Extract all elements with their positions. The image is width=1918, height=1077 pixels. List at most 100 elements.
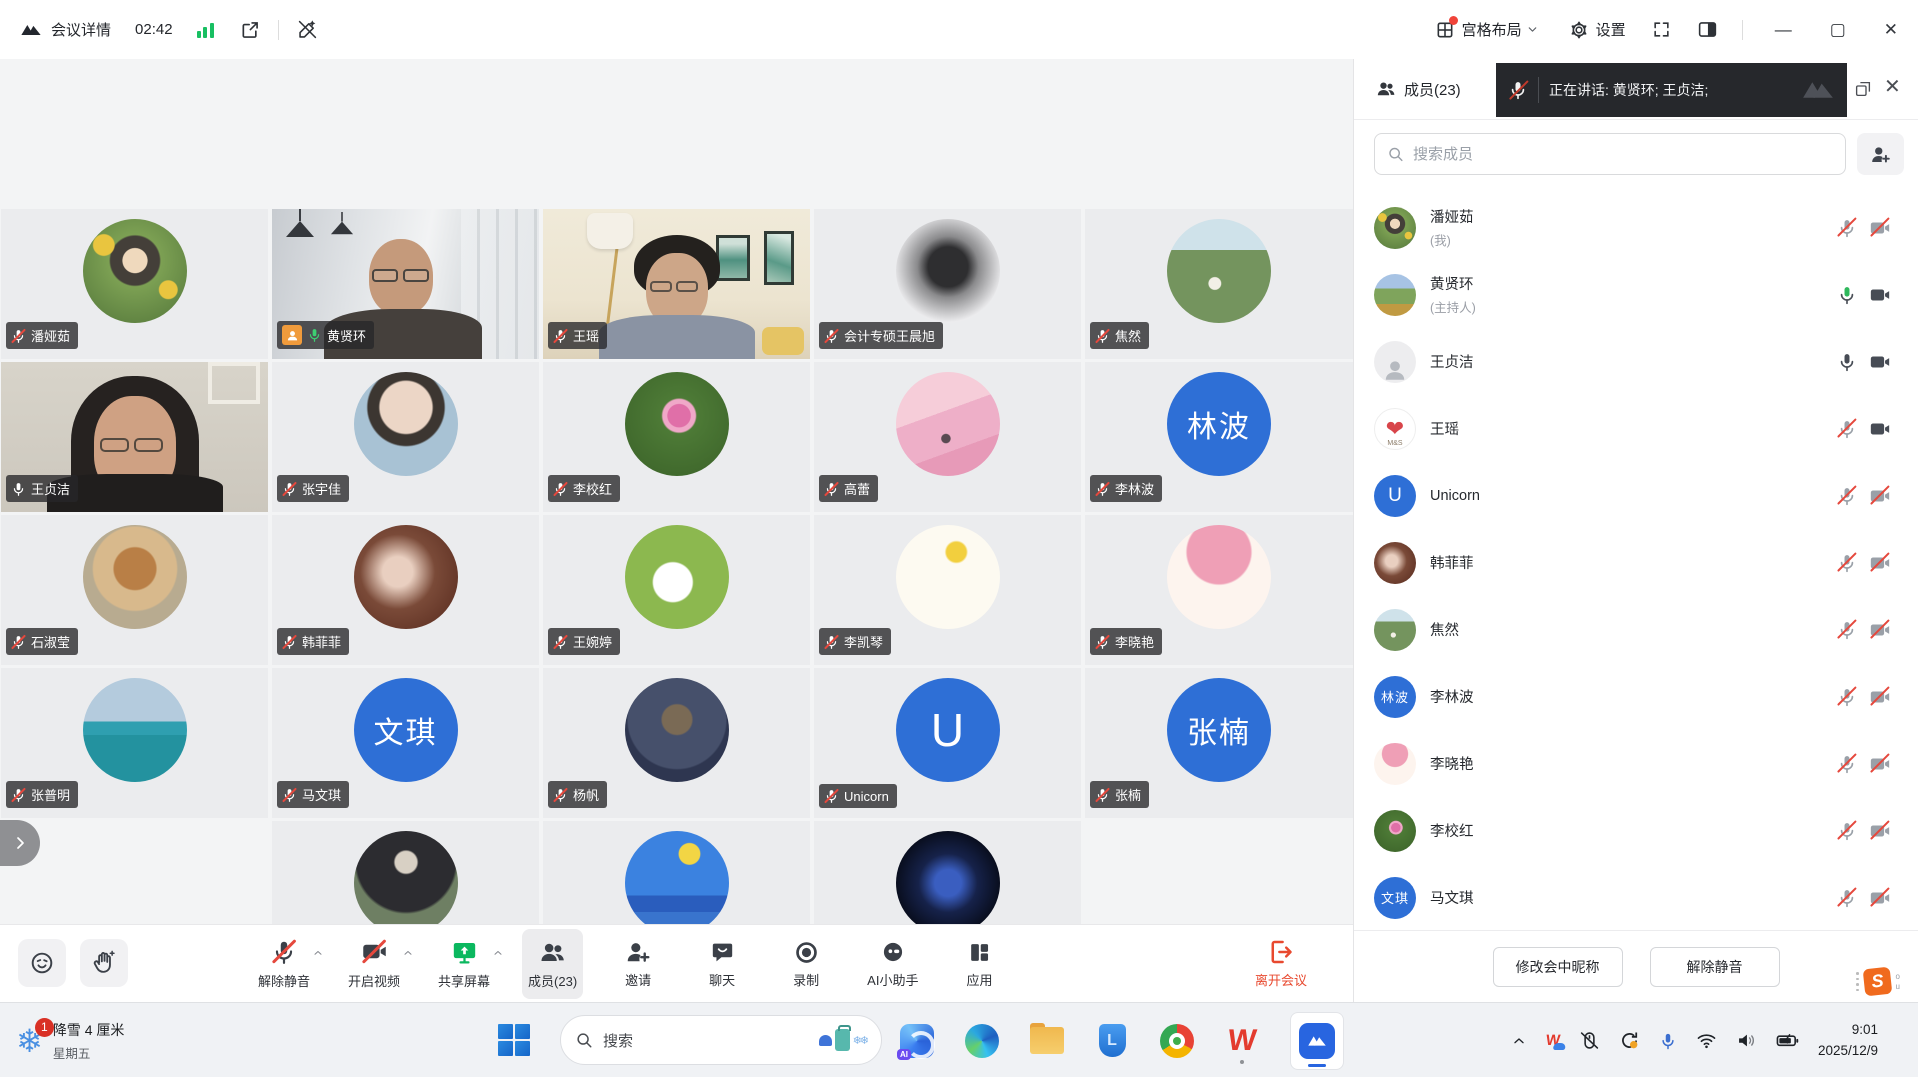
leave-meeting-button[interactable]: 离开会议 xyxy=(1255,925,1307,1003)
member-mic-icon[interactable] xyxy=(1835,618,1859,642)
sogou-input-widget[interactable]: S ou xyxy=(1856,968,1900,995)
tab-members[interactable]: 成员(23) xyxy=(1376,79,1461,100)
member-camera-icon[interactable] xyxy=(1868,283,1892,307)
member-camera-icon[interactable] xyxy=(1868,350,1892,374)
video-tile[interactable]: 杨帆 xyxy=(543,668,810,818)
sogou-icon[interactable]: S xyxy=(1862,967,1892,997)
video-tile[interactable]: 石淑莹 xyxy=(1,515,268,665)
popout-panel-icon[interactable] xyxy=(1854,80,1872,98)
fullscreen-icon[interactable] xyxy=(1652,20,1671,39)
annotation-disabled-icon[interactable] xyxy=(297,19,318,40)
toolbar-invite-button[interactable]: 邀请 xyxy=(609,929,667,999)
member-mic-icon[interactable] xyxy=(1835,886,1859,910)
toolbar-ai-assistant-button[interactable]: AI小助手 xyxy=(861,929,924,999)
wifi-icon[interactable] xyxy=(1696,1030,1717,1051)
member-row[interactable]: 焦然 xyxy=(1374,596,1892,663)
member-camera-icon[interactable] xyxy=(1868,417,1892,441)
unmute-button[interactable]: 解除静音 xyxy=(1650,947,1780,987)
video-tile[interactable]: 张普明 xyxy=(1,668,268,818)
member-search-box[interactable] xyxy=(1374,133,1846,175)
video-tile[interactable]: 文琪 马文琪 xyxy=(272,668,539,818)
member-row[interactable]: 林波 李林波 xyxy=(1374,663,1892,730)
chevron-up-icon[interactable] xyxy=(402,947,414,959)
battery-icon[interactable] xyxy=(1776,1029,1799,1052)
member-camera-icon[interactable] xyxy=(1868,819,1892,843)
meeting-details-link[interactable]: 会议详情 xyxy=(51,19,111,40)
toolbar-share-screen-button[interactable]: 共享屏幕 xyxy=(432,929,496,999)
video-tile[interactable]: 翟君 xyxy=(543,821,810,924)
share-window-icon[interactable] xyxy=(240,20,260,40)
add-member-button[interactable] xyxy=(1857,133,1904,175)
video-tile[interactable]: 李晓艳 xyxy=(1085,515,1353,665)
search-input[interactable] xyxy=(1413,146,1833,163)
hidden-icons-chevron[interactable] xyxy=(1511,1033,1527,1049)
sync-icon[interactable] xyxy=(1619,1030,1640,1051)
taskbar-browser-icon[interactable] xyxy=(1159,1015,1195,1067)
video-tile[interactable]: 张宇佳 xyxy=(272,362,539,512)
wps-cloud-icon[interactable]: W xyxy=(1545,1032,1561,1049)
video-tile[interactable]: 会计专硕王晨旭 xyxy=(814,209,1081,359)
member-camera-icon[interactable] xyxy=(1868,551,1892,575)
taskbar-file-explorer-icon[interactable] xyxy=(1029,1015,1065,1067)
toolbar-record-button[interactable]: 录制 xyxy=(777,929,835,999)
member-mic-icon[interactable] xyxy=(1835,484,1859,508)
member-camera-icon[interactable] xyxy=(1868,752,1892,776)
member-row[interactable]: U Unicorn xyxy=(1374,462,1892,529)
member-row[interactable]: 黄贤环(主持人) xyxy=(1374,261,1892,328)
video-tile[interactable]: 王婉婷 xyxy=(543,515,810,665)
reactions-button[interactable] xyxy=(18,939,66,987)
next-page-button[interactable] xyxy=(0,820,40,866)
taskbar-wps-icon[interactable]: W xyxy=(1224,1015,1260,1067)
minimize-button[interactable]: — xyxy=(1775,21,1792,38)
member-row[interactable]: ❤M&S 王瑶 xyxy=(1374,395,1892,462)
toolbar-start-video-button[interactable]: 开启视频 xyxy=(342,929,406,999)
video-tile[interactable]: 李校红 xyxy=(543,362,810,512)
member-camera-icon[interactable] xyxy=(1868,484,1892,508)
member-row[interactable]: 潘娅茹(我) xyxy=(1374,194,1892,261)
rename-button[interactable]: 修改会中昵称 xyxy=(1493,947,1623,987)
toolbar-chat-button[interactable]: 聊天 xyxy=(693,929,751,999)
member-row[interactable]: 李晓艳 xyxy=(1374,730,1892,797)
drag-handle-icon[interactable] xyxy=(1856,972,1859,991)
toolbar-apps-button[interactable]: 应用 xyxy=(950,929,1008,999)
member-camera-icon[interactable] xyxy=(1868,618,1892,642)
video-tile[interactable]: 黄贤环 xyxy=(272,209,539,359)
chevron-up-icon[interactable] xyxy=(492,947,504,959)
close-button[interactable]: ✕ xyxy=(1884,21,1898,38)
member-camera-icon[interactable] xyxy=(1868,886,1892,910)
toolbar-members-button[interactable]: 成员(23) xyxy=(522,929,583,999)
settings-button[interactable]: 设置 xyxy=(1569,19,1626,40)
layout-switcher-button[interactable]: 宫格布局 xyxy=(1435,19,1539,40)
member-row[interactable]: 李校红 xyxy=(1374,797,1892,864)
volume-icon[interactable] xyxy=(1736,1030,1757,1051)
taskbar-clock[interactable]: 9:01 2025/12/9 xyxy=(1818,1020,1878,1061)
side-panel-icon[interactable] xyxy=(1697,19,1718,40)
member-mic-icon[interactable] xyxy=(1835,551,1859,575)
member-mic-icon[interactable] xyxy=(1835,752,1859,776)
taskbar-edge-icon[interactable] xyxy=(964,1015,1000,1067)
close-panel-icon[interactable]: ✕ xyxy=(1884,77,1901,97)
taskbar-ai-browser-icon[interactable]: AI xyxy=(899,1015,935,1067)
video-tile[interactable]: 林波 李林波 xyxy=(1085,362,1353,512)
taskbar-security-app-icon[interactable]: L xyxy=(1094,1015,1130,1067)
video-tile[interactable]: 王贞洁 xyxy=(1,362,268,512)
member-row[interactable]: 王贞洁 xyxy=(1374,328,1892,395)
video-tile[interactable]: 高蕾 xyxy=(814,362,1081,512)
member-mic-icon[interactable] xyxy=(1835,819,1859,843)
member-camera-icon[interactable] xyxy=(1868,685,1892,709)
video-tile[interactable]: 李凯琴 xyxy=(814,515,1081,665)
microphone-tray-icon[interactable] xyxy=(1659,1031,1677,1051)
member-mic-icon[interactable] xyxy=(1835,283,1859,307)
video-tile[interactable]: 牛浩洋 xyxy=(814,821,1081,924)
maximize-button[interactable]: ▢ xyxy=(1830,21,1846,38)
mouse-disabled-icon[interactable] xyxy=(1579,1030,1600,1051)
member-row[interactable]: 文琪 马文琪 xyxy=(1374,864,1892,930)
member-row[interactable]: 韩菲菲 xyxy=(1374,529,1892,596)
taskbar-weather-widget[interactable]: ❄1 降雪 4 厘米 星期五 xyxy=(16,1003,124,1077)
video-tile[interactable]: 张楠 张楠 xyxy=(1085,668,1353,818)
video-tile[interactable]: 焦然 xyxy=(1085,209,1353,359)
member-mic-icon[interactable] xyxy=(1835,417,1859,441)
member-mic-icon[interactable] xyxy=(1835,350,1859,374)
chevron-up-icon[interactable] xyxy=(312,947,324,959)
taskbar-search-box[interactable]: 搜索 ❄❄ xyxy=(560,1015,882,1065)
